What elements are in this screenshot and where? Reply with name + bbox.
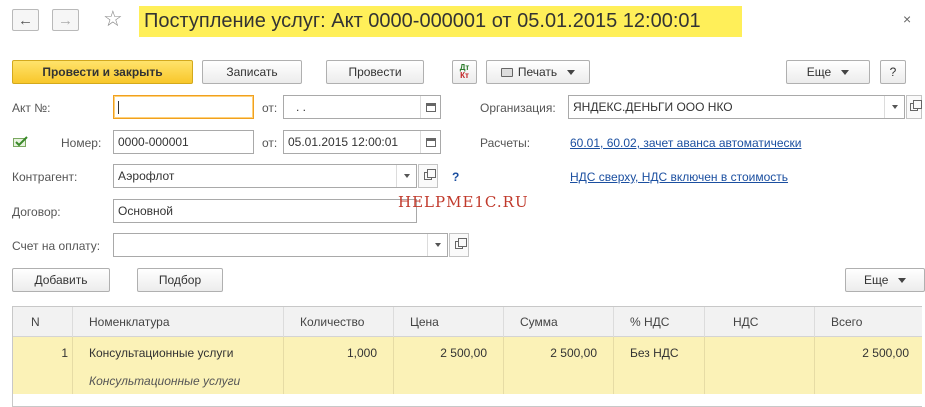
vat-settings-link[interactable]: НДС сверху, НДС включен в стоимость <box>570 170 788 184</box>
chevron-down-icon <box>567 69 576 75</box>
table-header: N Номенклатура Количество Цена Сумма % Н… <box>13 307 922 337</box>
cell-sum: 2 500,00 <box>550 346 597 360</box>
cell-vat-rate: Без НДС <box>630 346 679 360</box>
act-date-input[interactable]: . . <box>283 95 441 119</box>
post-and-close-button[interactable]: Провести и закрыть <box>12 60 193 84</box>
column-divider <box>814 337 815 394</box>
print-button[interactable]: Печать <box>486 60 590 84</box>
chevron-down-icon[interactable] <box>396 165 416 187</box>
column-divider <box>503 337 504 394</box>
cell-item: Консультационные услуги <box>89 346 234 360</box>
column-header-total[interactable]: Всего <box>815 307 922 337</box>
date-input[interactable]: 05.01.2015 12:00:01 <box>283 130 441 154</box>
column-header-sum[interactable]: Сумма <box>504 307 614 337</box>
cell-item-sub: Консультационные услуги <box>89 374 241 388</box>
act-date-value: . . <box>296 100 307 114</box>
kt-label: Кт <box>460 71 469 80</box>
act-number-label: Акт №: <box>12 101 51 115</box>
open-icon <box>455 238 467 249</box>
column-divider <box>704 337 705 394</box>
help-button[interactable]: ? <box>880 60 906 84</box>
number-label: Номер: <box>61 136 102 150</box>
counterparty-value: Аэрофлот <box>118 169 175 183</box>
table-row[interactable]: 1 Консультационные услуги Консультационн… <box>13 337 922 394</box>
date-label: от: <box>262 136 278 150</box>
table-more-label: Еще <box>864 273 889 287</box>
calendar-icon[interactable] <box>420 96 440 118</box>
arrow-right-icon: → <box>58 11 73 29</box>
chevron-down-icon <box>841 69 850 75</box>
organization-input[interactable]: ЯНДЕКС.ДЕНЬГИ ООО НКО <box>568 95 905 119</box>
cell-price: 2 500,00 <box>440 346 487 360</box>
contract-input[interactable]: Основной <box>113 199 417 223</box>
act-number-input[interactable] <box>113 95 254 119</box>
dt-kt-button[interactable]: Дт Кт <box>452 60 477 84</box>
open-icon <box>910 100 922 111</box>
add-button[interactable]: Добавить <box>12 268 110 292</box>
counterparty-input[interactable]: Аэрофлот <box>113 164 417 188</box>
posted-status-icon <box>13 136 28 147</box>
cell-quantity: 1,000 <box>346 346 377 360</box>
column-divider <box>613 337 614 394</box>
organization-value: ЯНДЕКС.ДЕНЬГИ ООО НКО <box>573 100 733 114</box>
column-divider <box>393 337 394 394</box>
help-icon[interactable]: ? <box>452 170 459 184</box>
number-input[interactable]: 0000-000001 <box>113 130 254 154</box>
contract-label: Договор: <box>12 205 61 219</box>
open-counterparty-button[interactable] <box>418 164 438 188</box>
counterparty-label: Контрагент: <box>12 170 78 184</box>
post-button[interactable]: Провести <box>326 60 424 84</box>
services-table: N Номенклатура Количество Цена Сумма % Н… <box>12 306 922 407</box>
column-header-item[interactable]: Номенклатура <box>73 307 284 337</box>
date-value: 05.01.2015 12:00:01 <box>288 135 399 149</box>
settlements-link[interactable]: 60.01, 60.02, зачет аванса автоматически <box>570 136 801 150</box>
more-label: Еще <box>806 65 832 79</box>
forward-button[interactable]: → <box>52 9 79 31</box>
calendar-icon[interactable] <box>420 131 440 153</box>
column-header-n[interactable]: N <box>13 307 73 337</box>
watermark: HELPME1C.RU <box>398 193 529 211</box>
cell-total: 2 500,00 <box>862 346 909 360</box>
organization-label: Организация: <box>480 101 556 115</box>
open-organization-button[interactable] <box>906 95 922 119</box>
save-button[interactable]: Записать <box>202 60 302 84</box>
settlements-label: Расчеты: <box>480 136 531 150</box>
chevron-down-icon[interactable] <box>427 234 447 256</box>
contract-value: Основной <box>118 204 174 218</box>
print-label: Печать <box>517 65 558 79</box>
open-invoice-button[interactable] <box>449 233 469 257</box>
page-title: Поступление услуг: Акт 0000-000001 от 05… <box>139 6 742 37</box>
arrow-left-icon: ← <box>18 11 33 29</box>
column-header-quantity[interactable]: Количество <box>284 307 394 337</box>
back-button[interactable]: ← <box>12 9 39 31</box>
cell-n: 1 <box>61 346 68 360</box>
column-header-price[interactable]: Цена <box>394 307 504 337</box>
invoice-input[interactable] <box>113 233 448 257</box>
favorite-star-icon[interactable]: ☆ <box>103 7 123 31</box>
act-date-label: от: <box>262 101 278 115</box>
more-button[interactable]: Еще <box>786 60 870 84</box>
chevron-down-icon <box>898 277 907 283</box>
column-header-vat-rate[interactable]: % НДС <box>614 307 705 337</box>
column-divider <box>283 337 284 394</box>
column-header-vat[interactable]: НДС <box>705 307 815 337</box>
invoice-label: Счет на оплату: <box>12 239 101 253</box>
open-icon <box>424 169 436 180</box>
chevron-down-icon[interactable] <box>884 96 904 118</box>
table-more-button[interactable]: Еще <box>845 268 925 292</box>
text-cursor <box>118 101 119 115</box>
pick-button[interactable]: Подбор <box>137 268 223 292</box>
close-icon[interactable]: × <box>903 11 911 27</box>
column-divider <box>72 337 73 394</box>
printer-icon <box>500 67 513 77</box>
